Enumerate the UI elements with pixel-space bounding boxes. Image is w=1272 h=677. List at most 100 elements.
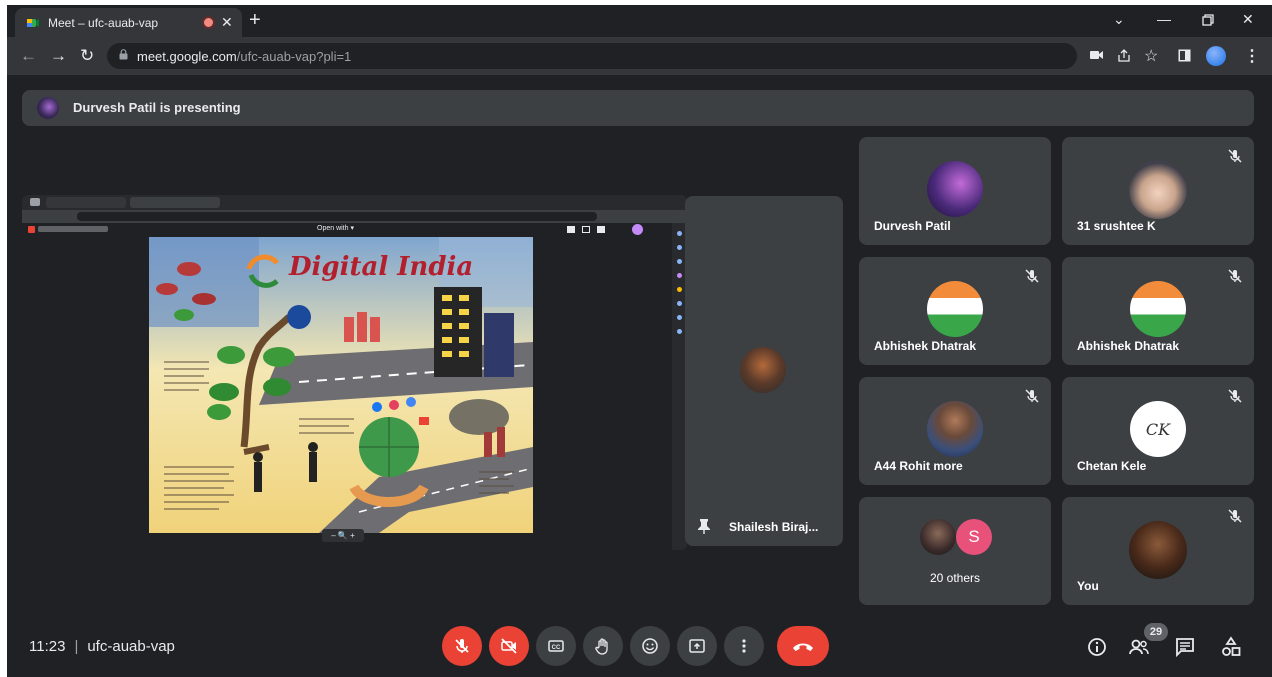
participant-tile[interactable]: A44 Rohit more [859, 377, 1051, 485]
more-options-button[interactable] [724, 626, 764, 666]
mic-off-icon [1228, 389, 1242, 403]
profile-avatar[interactable] [1206, 46, 1226, 66]
others-initial: S [968, 527, 980, 546]
presenting-text: Durvesh Patil is presenting [73, 100, 241, 115]
shared-screen[interactable]: Open with ▾ Digital India – 🔍 + [22, 195, 687, 550]
others-tile[interactable]: S 20 others [859, 497, 1051, 605]
participant-name: Durvesh Patil [874, 219, 951, 233]
captions-button[interactable]: CC [536, 626, 576, 666]
camera-toggle-button[interactable] [489, 626, 529, 666]
tab-strip: Meet – ufc-auab-vap ✕ + ⌄ — ✕ [7, 5, 1272, 37]
participant-name: A44 Rohit more [874, 459, 963, 473]
svg-text:CC: CC [552, 645, 561, 651]
url-text: meet.google.com/ufc-auab-vap?pli=1 [137, 49, 351, 64]
pin-icon[interactable] [697, 518, 711, 534]
recording-indicator-icon [204, 18, 213, 27]
meet-stage: Durvesh Patil is presenting Open with ▾ [7, 75, 1272, 677]
close-window-button[interactable]: ✕ [1242, 11, 1254, 28]
participant-tile[interactable]: Abhishek Dhatrak [1062, 257, 1254, 365]
reload-button[interactable]: ↻ [80, 46, 94, 66]
mic-off-icon [1228, 269, 1242, 283]
participant-tile[interactable]: 31 srushtee K [1062, 137, 1254, 245]
url-path: /ufc-auab-vap?pli=1 [236, 49, 352, 64]
participant-name: Abhishek Dhatrak [874, 339, 977, 353]
camera-in-use-icon[interactable] [1090, 50, 1104, 60]
mic-off-icon [1025, 389, 1039, 403]
participant-avatar [1130, 281, 1186, 337]
meeting-controls-bar: 11:23 | ufc-auab-vap CC 29 [7, 615, 1272, 677]
presenter-avatar [37, 97, 59, 119]
participant-avatar: CK [1130, 401, 1186, 457]
mic-off-icon [455, 639, 469, 653]
restore-button[interactable] [1202, 14, 1214, 26]
presenting-banner: Durvesh Patil is presenting [22, 90, 1254, 126]
participant-tile[interactable]: Abhishek Dhatrak [859, 257, 1051, 365]
digital-india-poster: Digital India [149, 237, 533, 533]
shared-address-bar [22, 210, 687, 223]
reactions-button[interactable] [630, 626, 670, 666]
minimize-button[interactable]: — [1157, 11, 1171, 27]
self-name: You [1077, 579, 1099, 593]
participant-avatar [927, 401, 983, 457]
back-button[interactable]: ← [20, 46, 37, 66]
shared-tabstrip [22, 195, 687, 210]
forward-button[interactable]: → [50, 46, 67, 66]
participant-avatar [920, 519, 956, 555]
mic-toggle-button[interactable] [442, 626, 482, 666]
pinned-participant-tile[interactable]: Shailesh Biraj... [685, 196, 843, 546]
more-vert-icon [742, 639, 746, 653]
participant-name: Chetan Kele [1077, 459, 1147, 473]
meet-favicon-icon [27, 19, 39, 27]
hangup-icon [793, 643, 813, 651]
tab-close-icon[interactable]: ✕ [221, 14, 233, 31]
participant-tile[interactable]: Durvesh Patil [859, 137, 1051, 245]
open-with-label: Open with ▾ [317, 225, 354, 232]
raise-hand-icon [595, 638, 608, 655]
people-button[interactable] [1128, 636, 1150, 658]
meeting-time: 11:23 [29, 638, 66, 655]
shared-app-bar: Open with ▾ [22, 223, 672, 236]
self-tile[interactable]: You [1062, 497, 1254, 605]
participant-avatar [927, 161, 983, 217]
browser-toolbar: ← → ↻ meet.google.com/ufc-auab-vap?pli=1… [7, 37, 1272, 75]
bookmark-star-icon[interactable]: ☆ [1144, 46, 1158, 66]
more-menu-icon[interactable]: ⋮ [1244, 46, 1260, 66]
present-now-button[interactable] [677, 626, 717, 666]
meeting-details-button[interactable] [1086, 636, 1108, 658]
new-tab-button[interactable]: + [249, 9, 261, 32]
side-panel-icon[interactable] [1178, 49, 1191, 62]
poster-title: Digital India [288, 252, 473, 282]
tab-search-icon[interactable]: ⌄ [1113, 11, 1125, 28]
mic-off-icon [1228, 149, 1242, 163]
participant-name: 31 srushtee K [1077, 219, 1156, 233]
others-initial-avatar: S [956, 519, 992, 555]
participant-avatar [1129, 161, 1187, 219]
participant-tile[interactable]: CK Chetan Kele [1062, 377, 1254, 485]
captions-icon: CC [548, 640, 564, 652]
lock-icon [119, 49, 128, 60]
pinned-tile-name: Shailesh Biraj... [729, 520, 819, 534]
tab-title: Meet – ufc-auab-vap [48, 16, 159, 30]
meeting-info: 11:23 | ufc-auab-vap [29, 638, 175, 655]
mic-off-icon [1025, 269, 1039, 283]
camera-off-icon [501, 638, 517, 654]
tab-meet[interactable]: Meet – ufc-auab-vap ✕ [15, 8, 242, 37]
address-bar[interactable]: meet.google.com/ufc-auab-vap?pli=1 [107, 43, 1077, 69]
participant-name: Abhishek Dhatrak [1077, 339, 1180, 353]
leave-call-button[interactable] [777, 626, 829, 666]
chat-button[interactable] [1174, 636, 1196, 658]
mic-off-icon [1228, 509, 1242, 523]
share-icon[interactable] [1117, 49, 1131, 63]
participant-avatar [927, 281, 983, 337]
meeting-code: ufc-auab-vap [87, 638, 175, 655]
activities-button[interactable] [1220, 636, 1242, 658]
raise-hand-button[interactable] [583, 626, 623, 666]
url-host: meet.google.com [137, 49, 237, 64]
shared-zoom-controls: – 🔍 + [322, 529, 364, 542]
others-count: 20 others [929, 571, 981, 585]
ck-logo-initials: CK [1145, 419, 1171, 439]
emoji-icon [642, 638, 658, 654]
self-avatar [1129, 521, 1187, 579]
browser-window: Meet – ufc-auab-vap ✕ + ⌄ — ✕ ← → ↻ meet… [7, 5, 1272, 677]
shailesh-avatar [740, 347, 786, 393]
